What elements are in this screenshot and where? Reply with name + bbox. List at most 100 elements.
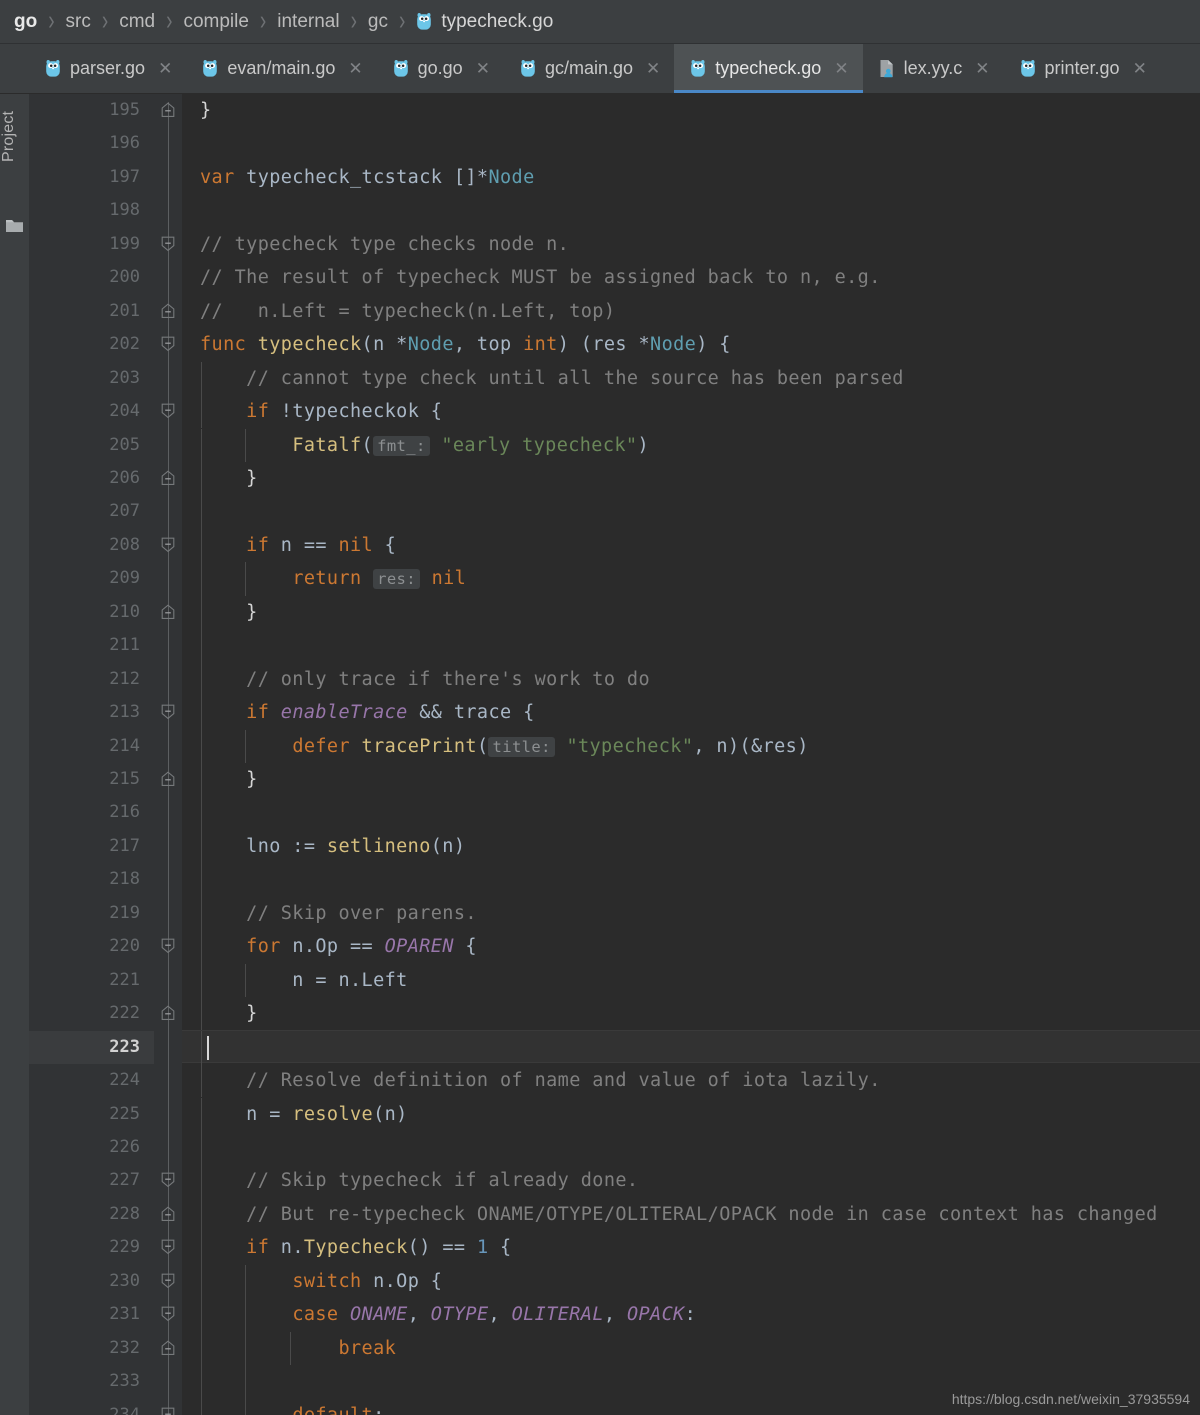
code-line[interactable]: default: xyxy=(200,1399,385,1415)
code-token: ) { xyxy=(696,334,731,356)
code-token: typecheck xyxy=(257,334,362,356)
code-line[interactable]: // Skip over parens. xyxy=(200,897,477,930)
code-line[interactable]: switch n.Op { xyxy=(200,1265,442,1298)
fold-start-icon[interactable] xyxy=(161,1407,175,1415)
fold-end-icon[interactable] xyxy=(161,102,175,118)
line-number: 227 xyxy=(109,1170,140,1191)
indent-guide xyxy=(200,1030,202,1065)
code-line[interactable]: // n.Left = typecheck(n.Left, top) xyxy=(200,295,615,328)
folder-icon[interactable] xyxy=(5,218,24,239)
close-icon[interactable]: ✕ xyxy=(834,60,848,77)
breadcrumb-separator: › xyxy=(101,5,109,36)
breadcrumb-item-3[interactable]: compile xyxy=(183,11,248,33)
code-line[interactable]: // only trace if there's work to do xyxy=(200,663,650,696)
code-line[interactable]: n = resolve(n) xyxy=(200,1098,408,1131)
code-line[interactable]: } xyxy=(200,462,258,495)
code-token: break xyxy=(338,1337,397,1359)
tab-gc-main-go[interactable]: gc/main.go ✕ xyxy=(503,44,675,93)
tab-typecheck-go[interactable]: typecheck.go ✕ xyxy=(674,44,863,93)
code-line[interactable]: } xyxy=(200,94,212,127)
code-line[interactable]: if n.Typecheck() == 1 { xyxy=(200,1231,512,1264)
line-number: 223 xyxy=(109,1036,140,1057)
code-folding-gutter[interactable] xyxy=(154,94,182,1415)
close-icon[interactable]: ✕ xyxy=(158,60,172,77)
code-line[interactable]: // typecheck type checks node n. xyxy=(200,228,569,261)
code-text-area[interactable]: } var typecheck_tcstack []*Node // typeche… xyxy=(182,94,1200,1415)
line-number-gutter[interactable]: 195 196 197 198 199 200 201 202 203 204 205 206 207 2… xyxy=(29,94,154,1415)
indent-guide xyxy=(200,361,202,396)
code-line[interactable]: if n == nil { xyxy=(200,529,396,562)
close-icon[interactable]: ✕ xyxy=(476,60,490,77)
sidebar-item-project[interactable]: Project xyxy=(0,100,29,172)
fold-end-icon[interactable] xyxy=(161,1206,175,1222)
parameter-hint: fmt_: xyxy=(373,435,430,456)
code-line[interactable]: defer tracePrint(title: "typecheck", n)(… xyxy=(200,730,809,763)
tab-evan-main-go[interactable]: evan/main.go ✕ xyxy=(186,44,377,93)
editor-tab-bar: parser.go ✕ evan/main.go ✕ go.go ✕ gc/main.go ✕… xyxy=(0,44,1200,94)
code-line[interactable]: } xyxy=(200,763,258,796)
code-line[interactable]: // Skip typecheck if already done. xyxy=(200,1164,638,1197)
code-line[interactable]: // Resolve definition of name and value … xyxy=(200,1064,881,1097)
code-line[interactable]: case ONAME, OTYPE, OLITERAL, OPACK: xyxy=(200,1298,696,1331)
code-editor[interactable]: 195 196 197 198 199 200 201 202 203 204 205 206 207 2… xyxy=(29,94,1200,1415)
close-icon[interactable]: ✕ xyxy=(646,60,660,77)
breadcrumb-item-2[interactable]: cmd xyxy=(119,11,155,33)
code-line[interactable]: break xyxy=(200,1332,396,1365)
tab-parser-go[interactable]: parser.go ✕ xyxy=(29,44,187,93)
fold-end-icon[interactable] xyxy=(161,1005,175,1021)
code-line[interactable]: } xyxy=(200,596,258,629)
code-line[interactable]: return res: nil xyxy=(200,562,466,595)
fold-start-icon[interactable] xyxy=(161,1306,175,1322)
fold-start-icon[interactable] xyxy=(161,236,175,252)
fold-end-icon[interactable] xyxy=(161,303,175,319)
breadcrumb-item-1[interactable]: src xyxy=(66,11,91,33)
breadcrumb-separator: › xyxy=(398,5,406,36)
fold-end-icon[interactable] xyxy=(161,470,175,486)
fold-start-icon[interactable] xyxy=(161,704,175,720)
code-token: , xyxy=(488,1304,512,1326)
indent-guide xyxy=(245,1298,247,1332)
breadcrumb-item-4[interactable]: internal xyxy=(277,11,339,33)
breadcrumb-item-6[interactable]: typecheck.go xyxy=(416,11,553,33)
tab-printer-go[interactable]: printer.go ✕ xyxy=(1003,44,1161,93)
code-line[interactable]: // cannot type check until all the sourc… xyxy=(200,362,904,395)
line-number: 214 xyxy=(109,735,140,756)
fold-start-icon[interactable] xyxy=(161,938,175,954)
code-token: OLITERAL xyxy=(511,1304,604,1326)
code-line[interactable]: var typecheck_tcstack []*Node xyxy=(200,161,535,194)
fold-start-icon[interactable] xyxy=(161,1172,175,1188)
close-icon[interactable]: ✕ xyxy=(975,60,989,77)
fold-start-icon[interactable] xyxy=(161,1239,175,1255)
tab-lex-yy-c[interactable]: lex.yy.c ✕ xyxy=(862,44,1004,93)
fold-start-icon[interactable] xyxy=(161,336,175,352)
code-line[interactable]: n = n.Left xyxy=(200,964,408,997)
breadcrumb-item-5[interactable]: gc xyxy=(368,11,388,33)
breadcrumb-item-label: src xyxy=(65,10,91,32)
fold-end-icon[interactable] xyxy=(161,771,175,787)
code-line[interactable]: // The result of typecheck MUST be assig… xyxy=(200,261,881,294)
code-line[interactable]: } xyxy=(200,997,258,1030)
close-icon[interactable]: ✕ xyxy=(1133,60,1147,77)
line-number: 202 xyxy=(109,334,140,355)
close-icon[interactable]: ✕ xyxy=(348,60,362,77)
code-line[interactable]: if enableTrace && trace { xyxy=(200,696,535,729)
fold-start-icon[interactable] xyxy=(161,1273,175,1289)
fold-end-icon[interactable] xyxy=(161,1340,175,1356)
project-tool-strip[interactable]: Project xyxy=(0,94,29,1415)
code-token: (n * xyxy=(361,334,408,356)
line-number: 200 xyxy=(109,267,140,288)
code-line[interactable]: if !typecheckok { xyxy=(200,395,442,428)
code-token: []* xyxy=(453,166,489,188)
code-line[interactable]: lno := setlineno(n) xyxy=(200,830,465,863)
fold-end-icon[interactable] xyxy=(161,604,175,620)
fold-start-icon[interactable] xyxy=(161,403,175,419)
code-line[interactable]: for n.Op == OPAREN { xyxy=(200,930,477,963)
code-line[interactable]: func typecheck(n *Node, top int) (res *N… xyxy=(200,328,731,361)
tab-go-go[interactable]: go.go ✕ xyxy=(376,44,504,93)
code-line[interactable]: Fatalf(fmt_: "early typecheck") xyxy=(200,429,649,462)
fold-start-icon[interactable] xyxy=(161,537,175,553)
code-line[interactable]: // But re-typecheck ONAME/OTYPE/OLITERAL… xyxy=(200,1198,1158,1231)
breadcrumb-item-0[interactable]: go xyxy=(14,11,37,33)
